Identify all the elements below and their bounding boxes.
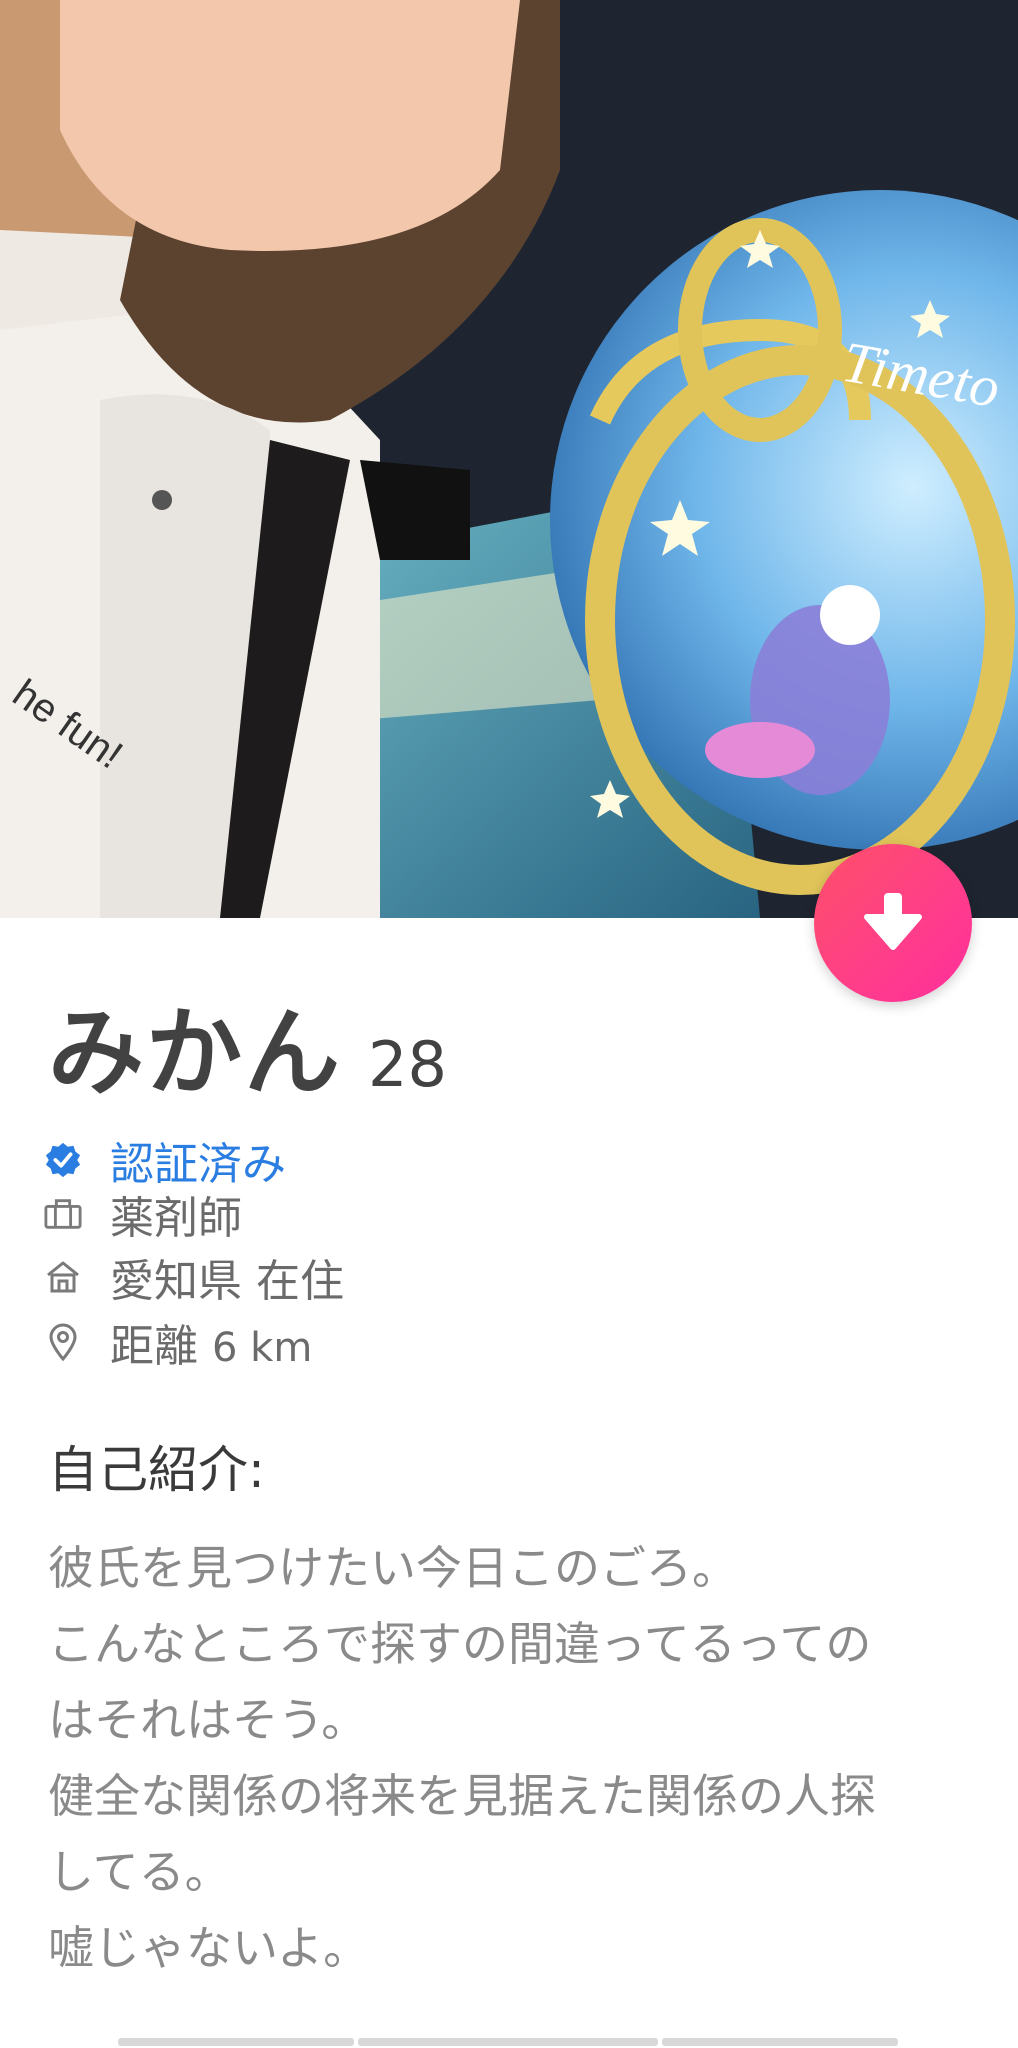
photo-tab-indicator — [118, 2038, 354, 2046]
bio-line: 彼氏を見つけたい今日このごろ。 — [48, 1541, 738, 1595]
bio-line: こんなところで探すの間違ってるっての — [48, 1617, 872, 1671]
bio-title: 自己紹介: — [48, 1441, 265, 1499]
profile-photo-illustration: Timeto he fun! — [0, 0, 1018, 918]
home-icon — [44, 1258, 82, 1296]
photo-tab-indicator — [662, 2038, 898, 2046]
verified-badge-icon — [44, 1141, 82, 1179]
profile-age: 28 — [368, 1028, 447, 1101]
distance-row: 距離 6 km — [44, 1310, 312, 1374]
residence-row: 愛知県 在住 — [44, 1245, 344, 1309]
bio-line: はそれはそう。 — [48, 1693, 368, 1747]
distance-prefix: 距離 — [110, 1321, 198, 1372]
residence-text: 愛知県 在住 — [110, 1256, 344, 1307]
bio-line: 嘘じゃないよ。 — [48, 1921, 370, 1975]
briefcase-icon — [44, 1195, 82, 1233]
name-age-row: みかん 28 — [48, 975, 447, 1114]
distance-value: 6 km — [212, 1325, 313, 1371]
bio-text: 彼氏を見つけたい今日このごろ。 こんなところで探すの間違ってるっての はそれはそ… — [48, 1530, 978, 1986]
distance-text: 距離 6 km — [110, 1310, 312, 1374]
job-text: 薬剤師 — [110, 1193, 242, 1244]
location-pin-icon — [44, 1323, 82, 1362]
job-row: 薬剤師 — [44, 1182, 242, 1246]
arrow-down-icon — [863, 889, 923, 957]
bio-line: 健全な関係の将来を見据えた関係の人探 — [48, 1769, 876, 1823]
profile-photo[interactable]: Timeto he fun! — [0, 0, 1018, 918]
photo-tab-indicator — [358, 2038, 658, 2046]
profile-name: みかん — [48, 997, 342, 1109]
bio-line: してる。 — [48, 1845, 231, 1899]
collapse-profile-button[interactable] — [814, 844, 972, 1002]
